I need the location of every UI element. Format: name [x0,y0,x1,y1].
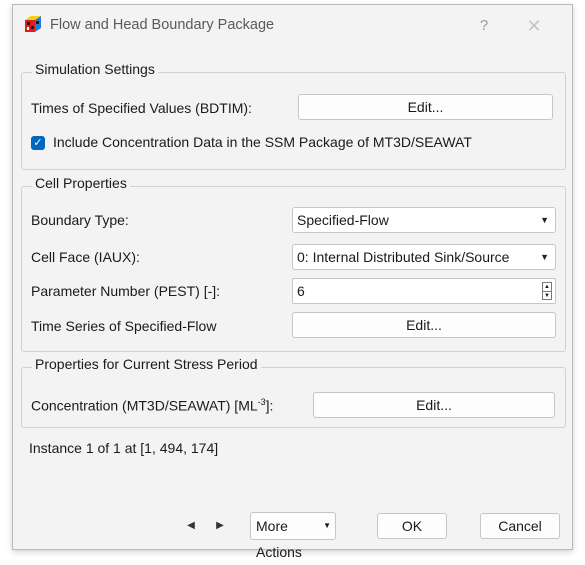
cell-properties-group: Cell Properties Boundary Type: Specified… [21,175,566,352]
time-series-label: Time Series of Specified-Flow [31,318,217,334]
parameter-number-stepper[interactable]: 6 ▲ ▼ [292,278,556,304]
concentration-edit-button[interactable]: Edit... [313,392,555,418]
previous-button[interactable]: ◀ [178,513,204,539]
chevron-down-icon: ▼ [540,215,549,225]
simulation-settings-legend: Simulation Settings [32,61,158,77]
times-edit-button[interactable]: Edit... [298,94,553,120]
boundary-type-value: Specified-Flow [297,212,389,228]
cell-face-select[interactable]: 0: Internal Distributed Sink/Source ▼ [292,244,556,270]
chevron-down-icon: ▼ [323,521,331,530]
cell-face-value: 0: Internal Distributed Sink/Source [297,249,510,265]
more-actions-button[interactable]: More Actions ▼ [250,512,336,560]
times-label: Times of Specified Values (BDTIM): [31,100,252,116]
next-button[interactable]: ▶ [207,513,233,539]
title-bar: Flow and Head Boundary Package ? ✕ [13,5,572,47]
parameter-number-label: Parameter Number (PEST) [-]: [31,283,221,299]
cell-face-label: Cell Face (IAUX): [31,249,140,265]
close-button[interactable]: ✕ [516,11,552,41]
include-concentration-checkbox[interactable]: ✓ [31,136,45,150]
window-title: Flow and Head Boundary Package [50,17,275,33]
stress-period-legend: Properties for Current Stress Period [32,356,261,372]
cancel-button[interactable]: Cancel [480,513,560,539]
app-icon [25,16,41,32]
chevron-down-icon: ▼ [540,252,549,262]
time-series-edit-button[interactable]: Edit... [292,312,556,338]
boundary-type-label: Boundary Type: [31,212,129,228]
instance-status: Instance 1 of 1 at [1, 494, 174] [29,440,219,456]
parameter-number-value: 6 [297,283,305,299]
boundary-type-select[interactable]: Specified-Flow ▼ [292,207,556,233]
stepper-down-icon[interactable]: ▼ [543,292,551,300]
ok-button[interactable]: OK [377,513,447,539]
triangle-left-icon: ◀ [187,520,195,531]
concentration-label: Concentration (MT3D/SEAWAT) [ML-3]: [31,397,274,414]
dialog-window: Flow and Head Boundary Package ? ✕ Simul… [12,4,573,560]
stepper-up-icon[interactable]: ▲ [543,283,551,292]
stress-period-group: Properties for Current Stress Period Con… [21,356,566,428]
include-concentration-label[interactable]: Include Concentration Data in the SSM Pa… [53,134,472,150]
help-button[interactable]: ? [466,11,502,41]
stepper-buttons[interactable]: ▲ ▼ [542,282,552,300]
simulation-settings-group: Simulation Settings Times of Specified V… [21,61,566,170]
cell-properties-legend: Cell Properties [32,175,130,191]
triangle-right-icon: ▶ [216,520,224,531]
